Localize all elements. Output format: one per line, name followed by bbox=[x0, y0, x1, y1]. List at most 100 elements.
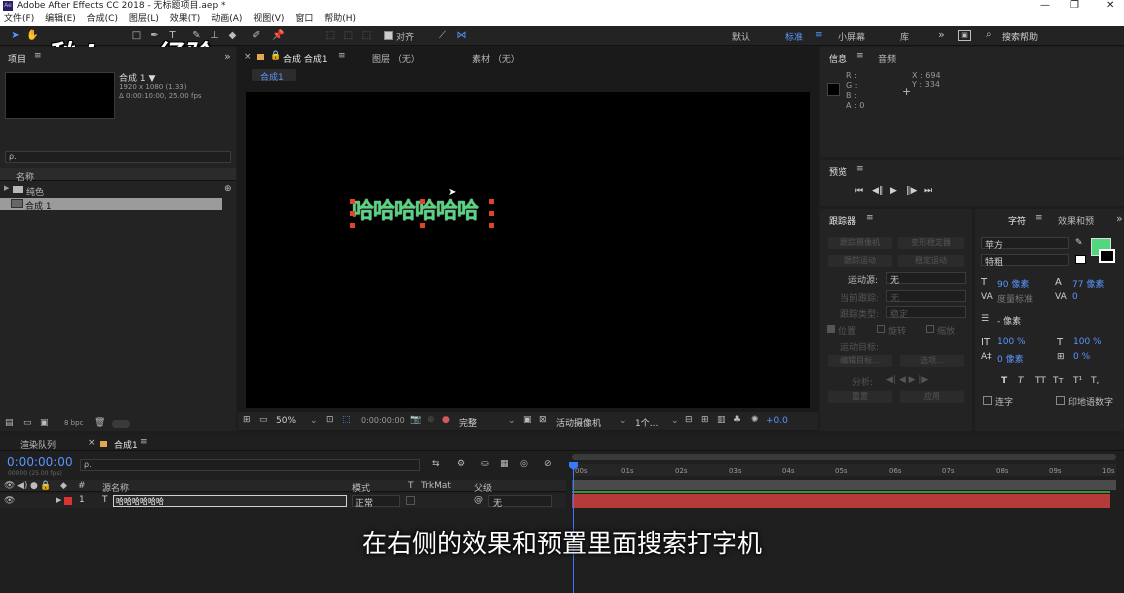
selection-handle[interactable] bbox=[350, 199, 355, 204]
composition-mini-flowchart-icon[interactable]: ⇆ bbox=[432, 459, 440, 469]
bpc-label[interactable]: 8 bpc bbox=[64, 419, 83, 427]
align-checkbox[interactable] bbox=[384, 31, 393, 40]
thumbnail-slider[interactable] bbox=[112, 420, 130, 428]
kerning-value[interactable]: 度量标准 bbox=[997, 292, 1033, 305]
layer-name-field[interactable]: 哈哈哈哈哈哈 bbox=[113, 495, 347, 507]
grid-toggle-icon[interactable]: ⊠ bbox=[539, 415, 547, 425]
menu-edit[interactable]: 编辑(E) bbox=[45, 14, 76, 24]
all-caps-button[interactable]: TT bbox=[1035, 376, 1046, 386]
camera-select[interactable]: 活动摄像机 bbox=[556, 416, 601, 429]
tab-audio[interactable]: 音频 bbox=[878, 52, 896, 65]
workspace-standard[interactable]: 标准 bbox=[785, 30, 803, 43]
current-track-select[interactable]: 无 bbox=[886, 290, 966, 304]
trash-icon[interactable]: 🗑 bbox=[94, 418, 105, 428]
viewer-timecode[interactable]: 0:00:00:00 bbox=[361, 416, 405, 425]
track-motion-button[interactable]: 跟踪运动 bbox=[828, 255, 892, 267]
local-axis-icon[interactable]: ⬚ bbox=[324, 29, 337, 42]
menu-effect[interactable]: 效果(T) bbox=[170, 14, 201, 24]
tab-effects-presets[interactable]: 效果和预 bbox=[1058, 214, 1094, 227]
first-frame-icon[interactable]: ⏮ bbox=[855, 186, 863, 196]
stroke-color-swatch[interactable] bbox=[1099, 249, 1115, 263]
hand-tool-icon[interactable]: ✋ bbox=[26, 29, 39, 42]
vertical-scale-value[interactable]: 100 % bbox=[997, 337, 1026, 347]
transparency-grid-icon[interactable]: ⬚ bbox=[342, 415, 351, 425]
help-search-input[interactable]: 搜索帮助 bbox=[1002, 30, 1038, 43]
zoom-select[interactable]: 50% bbox=[276, 416, 296, 426]
scale-checkbox[interactable] bbox=[926, 325, 934, 333]
tab-tracker[interactable]: 跟踪器 bbox=[829, 214, 856, 227]
puppet-tool-icon[interactable]: 📌 bbox=[272, 29, 285, 42]
always-preview-icon[interactable]: ⊞ bbox=[243, 415, 251, 425]
flowchart-view-icon[interactable]: ♣ bbox=[733, 415, 741, 425]
menu-layer[interactable]: 图层(L) bbox=[129, 14, 159, 24]
fast-preview-icon[interactable]: ⊞ bbox=[701, 415, 709, 425]
clone-tool-icon[interactable]: ⊥ bbox=[208, 29, 221, 42]
workspace-small-screen[interactable]: 小屏幕 bbox=[838, 30, 865, 43]
work-area-bar[interactable] bbox=[572, 480, 1116, 490]
new-folder-icon[interactable]: ▭ bbox=[23, 418, 32, 428]
timeline-search-input[interactable]: ρ. bbox=[80, 459, 420, 471]
selection-handle[interactable] bbox=[350, 211, 355, 216]
analyze-back-icon[interactable]: ◀| ◀ ▶ |▶ bbox=[886, 375, 928, 385]
options-button[interactable]: 选项... bbox=[900, 355, 964, 367]
expand-arrow-icon[interactable]: ▶ bbox=[4, 184, 9, 192]
tracking-value[interactable]: 0 bbox=[1072, 292, 1078, 302]
tab-footage[interactable]: 素材 （无） bbox=[472, 52, 520, 65]
preview-menu-icon[interactable]: ≡ bbox=[856, 164, 864, 174]
position-checkbox[interactable] bbox=[827, 325, 835, 333]
fit-icon[interactable]: ⊡ bbox=[326, 415, 334, 425]
timeline-icon[interactable]: ▥ bbox=[717, 415, 726, 425]
maximize-icon[interactable]: ❐ bbox=[1070, 0, 1079, 12]
play-icon[interactable]: ▶ bbox=[890, 186, 897, 196]
panel-overflow-icon[interactable]: » bbox=[1116, 212, 1123, 225]
menu-file[interactable]: 文件(F) bbox=[4, 14, 34, 24]
horizontal-scale-value[interactable]: 100 % bbox=[1073, 337, 1102, 347]
ligatures-checkbox[interactable] bbox=[983, 396, 992, 405]
baseline-shift-value[interactable]: 0 像素 bbox=[997, 352, 1024, 365]
superscript-button[interactable]: T¹ bbox=[1073, 376, 1082, 386]
chevron-down-icon[interactable]: ⌄ bbox=[671, 416, 679, 426]
small-caps-button[interactable]: Tт bbox=[1053, 376, 1064, 386]
roto-tool-icon[interactable]: ✐ bbox=[250, 29, 263, 42]
tab-project[interactable]: 项目 bbox=[8, 52, 26, 65]
tab-layer[interactable]: 图层 （无） bbox=[372, 52, 420, 65]
selection-tool-icon[interactable]: ➤ bbox=[9, 29, 22, 42]
last-frame-icon[interactable]: ⏭ bbox=[924, 186, 932, 196]
blend-mode-select[interactable]: 正常 bbox=[352, 495, 400, 509]
flowchart-icon[interactable]: ⊕ bbox=[224, 184, 232, 194]
font-family-select[interactable]: 苹方 bbox=[981, 237, 1069, 251]
tab-composition[interactable]: 合成 合成1 bbox=[283, 52, 328, 65]
selection-handle[interactable] bbox=[420, 199, 425, 204]
exposure-value[interactable]: +0.0 bbox=[766, 416, 788, 426]
zoom-navigator[interactable] bbox=[572, 454, 1116, 460]
panel-overflow-icon[interactable]: » bbox=[224, 50, 231, 63]
motion-blur-icon[interactable]: ◎ bbox=[520, 459, 528, 469]
edit-target-button[interactable]: 编辑目标... bbox=[828, 355, 892, 367]
col-parent[interactable]: 父级 bbox=[474, 481, 492, 494]
lock-icon[interactable]: 🔒 bbox=[270, 51, 281, 61]
world-axis-icon[interactable]: ⬚ bbox=[342, 29, 355, 42]
character-menu-icon[interactable]: ≡ bbox=[1035, 213, 1043, 223]
timeline-timecode[interactable]: 0:00:00:00 bbox=[7, 455, 73, 469]
menu-window[interactable]: 窗口 bbox=[295, 14, 313, 24]
tracker-menu-icon[interactable]: ≡ bbox=[866, 213, 874, 223]
tab-preview[interactable]: 预览 bbox=[829, 165, 847, 178]
draft-3d-icon[interactable]: ⚙ bbox=[457, 459, 465, 469]
chevron-down-icon[interactable]: ⌄ bbox=[619, 416, 627, 426]
view-axis-icon[interactable]: ⬚ bbox=[360, 29, 373, 42]
composition-viewer[interactable]: 哈哈哈哈哈哈 ➤ bbox=[246, 92, 810, 408]
snap-icon[interactable]: ⟋ bbox=[436, 29, 449, 42]
expand-arrow-icon[interactable]: ▶ bbox=[56, 496, 61, 504]
shy-layers-icon[interactable]: ⛀ bbox=[481, 459, 489, 469]
table-row[interactable]: 👁 ▶ 1 T 哈哈哈哈哈哈 正常 @ 无 bbox=[0, 494, 566, 509]
selection-handle[interactable] bbox=[350, 223, 355, 228]
views-select[interactable]: 1个... bbox=[635, 416, 658, 429]
stroke-width-value[interactable]: - 像素 bbox=[997, 314, 1021, 327]
track-type-select[interactable]: 稳定 bbox=[886, 306, 966, 320]
leading-value[interactable]: 77 像素 bbox=[1072, 277, 1104, 290]
track-camera-button[interactable]: 跟踪摄像机 bbox=[828, 237, 892, 249]
selection-handle[interactable] bbox=[489, 211, 494, 216]
black-white-swatch[interactable] bbox=[1075, 255, 1086, 264]
next-frame-icon[interactable]: ‖▶ bbox=[906, 186, 917, 196]
subscript-button[interactable]: T, bbox=[1091, 376, 1099, 386]
